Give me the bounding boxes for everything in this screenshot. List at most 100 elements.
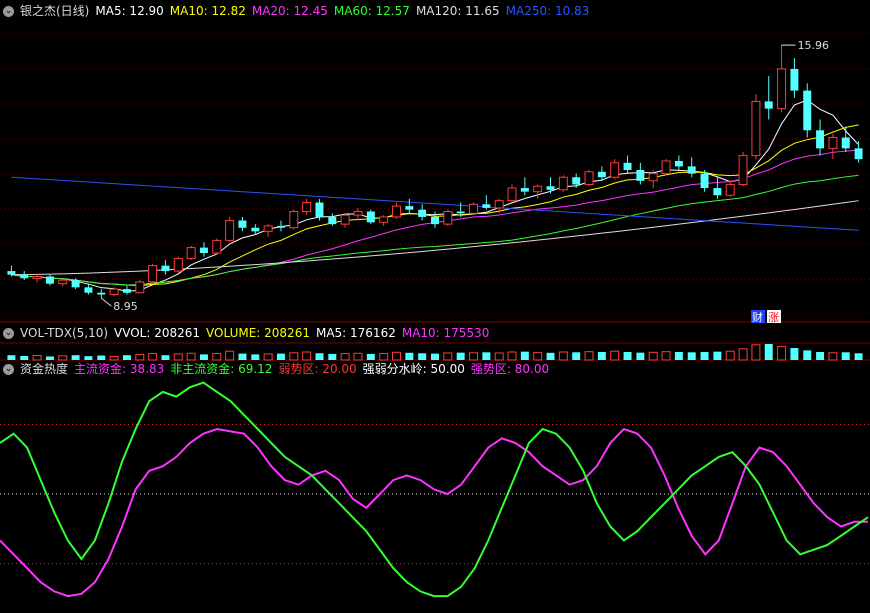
volume-bar bbox=[777, 345, 787, 361]
candle-body bbox=[533, 185, 543, 193]
candle-body bbox=[276, 225, 285, 228]
candle-body bbox=[122, 289, 131, 293]
candle-body bbox=[636, 170, 645, 181]
volume-bar bbox=[572, 352, 581, 360]
candle-body bbox=[20, 274, 29, 279]
volume-bar bbox=[623, 352, 632, 360]
volume-bar bbox=[636, 352, 645, 360]
candle-body bbox=[494, 200, 504, 209]
volume-bar bbox=[713, 351, 722, 360]
candle-body bbox=[751, 100, 761, 157]
candle-body bbox=[482, 204, 491, 208]
candle-body bbox=[148, 265, 158, 283]
candle-body bbox=[597, 171, 606, 178]
volume-bar bbox=[302, 351, 312, 361]
volume-bar bbox=[828, 352, 838, 361]
candle-body bbox=[713, 188, 722, 196]
badge-rise[interactable]: 涨 bbox=[768, 311, 779, 324]
volume-bar bbox=[135, 353, 145, 361]
candle-body bbox=[687, 166, 696, 174]
volume-bar bbox=[366, 353, 375, 360]
candle-body bbox=[161, 265, 170, 272]
volume-bar bbox=[405, 352, 414, 360]
candle-body bbox=[7, 271, 16, 275]
candle-body bbox=[263, 225, 273, 232]
volume-bar bbox=[751, 344, 761, 361]
candle-body bbox=[443, 211, 453, 225]
volume-bar bbox=[674, 352, 683, 360]
candle-body bbox=[469, 203, 478, 214]
candle-body bbox=[546, 186, 555, 190]
candle-body bbox=[251, 227, 260, 232]
volume-bar bbox=[456, 352, 465, 360]
candle-body bbox=[507, 187, 517, 202]
candle-body bbox=[738, 155, 748, 185]
volume-bar bbox=[520, 351, 529, 360]
volume-bar bbox=[533, 352, 543, 361]
volume-bar bbox=[20, 356, 29, 360]
volume-bar bbox=[392, 351, 401, 361]
candle-body bbox=[777, 68, 787, 110]
candle-body bbox=[173, 257, 183, 272]
candle-body bbox=[584, 171, 594, 185]
candle-body bbox=[32, 275, 42, 279]
volume-bar bbox=[251, 354, 260, 360]
candle-body bbox=[186, 247, 196, 259]
volume-bar bbox=[841, 352, 850, 360]
volume-bar bbox=[725, 350, 735, 361]
volume-bar bbox=[353, 352, 363, 361]
candle-body bbox=[725, 183, 735, 196]
volume-bar bbox=[648, 351, 658, 361]
volume-bar bbox=[482, 352, 491, 360]
candle-body bbox=[302, 201, 312, 213]
volume-bar bbox=[315, 353, 324, 360]
volume-bar bbox=[469, 352, 478, 361]
volume-bar bbox=[738, 348, 748, 361]
candle-body bbox=[392, 205, 401, 218]
volume-bar bbox=[328, 353, 337, 360]
chart-canvas: 15.96 8.95 财 涨 bbox=[0, 33, 870, 598]
volume-bar bbox=[263, 353, 273, 361]
candle-body bbox=[212, 239, 222, 254]
candle-body bbox=[199, 247, 208, 254]
volume-bar bbox=[289, 352, 299, 361]
candle-body bbox=[45, 276, 54, 284]
volume-bar bbox=[597, 352, 606, 360]
candle-body bbox=[58, 279, 68, 285]
volume-bar bbox=[238, 353, 247, 360]
candle-body bbox=[700, 173, 709, 189]
volume-bar bbox=[558, 351, 568, 361]
volume-bar bbox=[854, 353, 863, 360]
candle-body bbox=[238, 220, 247, 228]
candle-body bbox=[418, 209, 427, 217]
volume-bar bbox=[276, 353, 285, 360]
volume-bar bbox=[816, 352, 825, 360]
candle-body bbox=[328, 216, 337, 225]
volume-bar bbox=[610, 350, 620, 361]
candle-body bbox=[648, 173, 658, 182]
candle-body bbox=[225, 220, 235, 241]
candle-body bbox=[97, 292, 106, 295]
candle-body bbox=[379, 216, 389, 223]
volume-bar bbox=[507, 351, 517, 361]
volume-bar bbox=[122, 355, 131, 360]
volume-bar bbox=[379, 353, 389, 361]
badge-finance[interactable]: 财 bbox=[752, 310, 763, 324]
volume-bar bbox=[225, 350, 235, 361]
volume-bar bbox=[584, 351, 594, 361]
candle-body bbox=[71, 280, 80, 288]
candle-body bbox=[623, 162, 632, 170]
volume-bar bbox=[687, 352, 696, 360]
candle-body bbox=[803, 90, 812, 131]
volume-bar bbox=[97, 355, 106, 360]
low-marker-line bbox=[100, 297, 112, 307]
volume-bar bbox=[161, 355, 170, 360]
volume-bar bbox=[212, 353, 222, 361]
volume-bar bbox=[443, 352, 453, 361]
candle-body bbox=[340, 214, 350, 225]
volume-bar bbox=[84, 356, 93, 360]
volume-bar bbox=[173, 353, 183, 361]
volume-bar bbox=[45, 356, 54, 360]
volume-bar bbox=[700, 352, 709, 360]
candle-body bbox=[764, 101, 773, 109]
